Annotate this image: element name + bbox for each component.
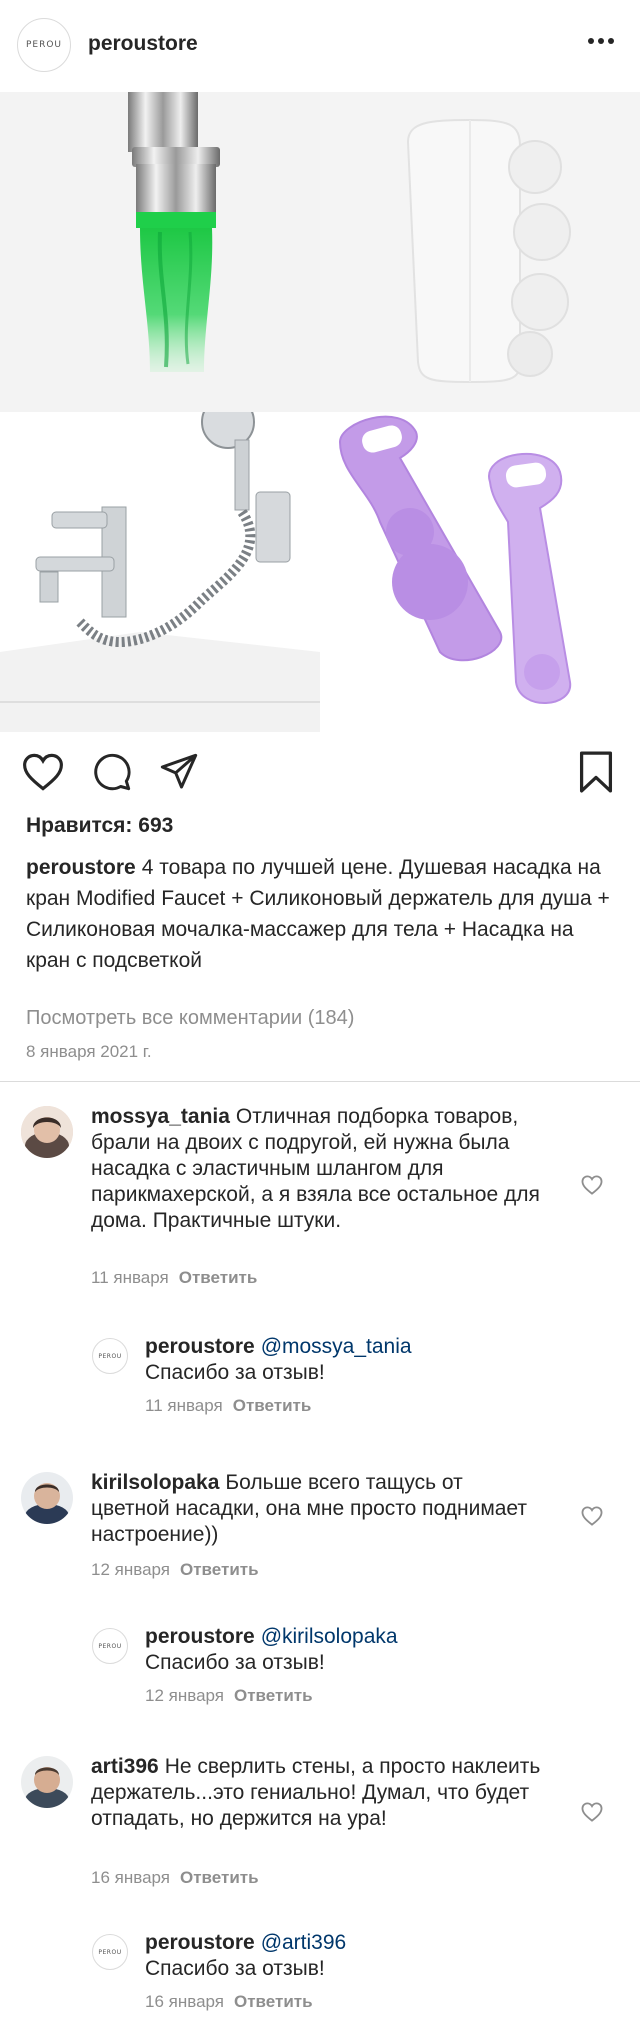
comment-date: 11 января xyxy=(91,1268,169,1287)
reply-avatar[interactable]: PEROU xyxy=(92,1934,128,1970)
reply-text: peroustore @mossya_tania Спасибо за отзыв! xyxy=(145,1334,565,1386)
reply-button[interactable]: Ответить xyxy=(233,1396,312,1415)
reply-meta: 16 января Ответить xyxy=(145,1992,313,2012)
comment-like-heart-icon[interactable] xyxy=(581,1802,603,1827)
comment-meta: 12 января Ответить xyxy=(91,1560,259,1580)
reply-username[interactable]: peroustore xyxy=(145,1335,255,1358)
more-dots-icon[interactable] xyxy=(588,38,614,44)
reply-body: Спасибо за отзыв! xyxy=(145,1957,325,1980)
comment-meta: 16 января Ответить xyxy=(91,1868,259,1888)
reply-mention[interactable]: @arti396 xyxy=(261,1931,347,1954)
reply-avatar[interactable]: PEROU xyxy=(92,1338,128,1374)
faucet-shower-hose-product-image xyxy=(0,395,320,732)
divider xyxy=(0,1081,640,1082)
comment-text: mossya_tania Отличная подборка товаров, б… xyxy=(91,1104,541,1234)
share-icon[interactable] xyxy=(158,752,200,797)
comment-like-heart-icon[interactable] xyxy=(581,1506,603,1531)
likes-count[interactable]: Нравится: 693 xyxy=(26,814,173,838)
post-date: 8 января 2021 г. xyxy=(26,1042,152,1061)
comment-username[interactable]: arti396 xyxy=(91,1755,159,1778)
reply-body: Спасибо за отзыв! xyxy=(145,1361,325,1384)
comment-like-heart-icon[interactable] xyxy=(581,1175,603,1200)
reply-button[interactable]: Ответить xyxy=(179,1268,258,1287)
reply-logo-text: PEROU xyxy=(98,1352,122,1360)
avatar[interactable] xyxy=(21,1756,73,1808)
reply-mention[interactable]: @kirilsolopaka xyxy=(261,1625,398,1648)
reply-text: peroustore @kirilsolopaka Спасибо за отзыв… xyxy=(145,1624,565,1676)
led-faucet-product-image xyxy=(0,92,320,412)
comment-text: kirilsolopaka Больше всего тащусь от цвет… xyxy=(91,1470,541,1548)
reply-logo-text: PEROU xyxy=(98,1642,122,1650)
post-action-bar xyxy=(0,732,640,812)
caption-username[interactable]: peroustore xyxy=(26,856,136,879)
reply-button[interactable]: Ответить xyxy=(234,1686,313,1705)
comment-date: 16 января xyxy=(91,1868,170,1887)
store-logo-text: PEROU xyxy=(25,40,63,50)
store-avatar[interactable]: PEROU xyxy=(17,18,71,72)
post-header: PEROU peroustore xyxy=(0,0,640,92)
comment-text: arti396 Не сверлить стены, а просто накле… xyxy=(91,1754,541,1832)
view-all-comments-link[interactable]: Посмотреть все комментарии (184) xyxy=(26,1007,354,1030)
reply-button[interactable]: Ответить xyxy=(180,1560,259,1579)
bookmark-icon[interactable] xyxy=(578,750,614,799)
reply-date: 12 января xyxy=(145,1686,224,1705)
reply-text: peroustore @arti396 Спасибо за отзыв! xyxy=(145,1930,565,1982)
post-image[interactable] xyxy=(0,92,640,732)
reply-meta: 11 января Ответить xyxy=(145,1396,311,1416)
comment-date: 12 января xyxy=(91,1560,170,1579)
comment-username[interactable]: mossya_tania xyxy=(91,1105,230,1128)
heart-icon[interactable] xyxy=(22,752,64,797)
reply-body: Спасибо за отзыв! xyxy=(145,1651,325,1674)
reply-mention[interactable]: @mossya_tania xyxy=(261,1335,412,1358)
comment-icon[interactable] xyxy=(92,752,132,797)
reply-avatar[interactable]: PEROU xyxy=(92,1628,128,1664)
avatar[interactable] xyxy=(21,1106,73,1158)
post-author-username[interactable]: peroustore xyxy=(88,32,198,56)
post-caption: peroustore 4 товара по лучшей цене. Душев… xyxy=(26,852,616,976)
silicone-holder-product-image xyxy=(320,92,640,412)
comment-username[interactable]: kirilsolopaka xyxy=(91,1471,219,1494)
comment-meta: 11 января Ответить xyxy=(91,1268,257,1288)
avatar[interactable] xyxy=(21,1472,73,1524)
reply-username[interactable]: peroustore xyxy=(145,1931,255,1954)
reply-date: 11 января xyxy=(145,1396,223,1415)
reply-button[interactable]: Ответить xyxy=(180,1868,259,1887)
reply-button[interactable]: Ответить xyxy=(234,1992,313,2011)
reply-logo-text: PEROU xyxy=(98,1948,122,1956)
silicone-scrubber-product-image xyxy=(320,412,640,732)
reply-date: 16 января xyxy=(145,1992,224,2011)
reply-username[interactable]: peroustore xyxy=(145,1625,255,1648)
reply-meta: 12 января Ответить xyxy=(145,1686,313,1706)
